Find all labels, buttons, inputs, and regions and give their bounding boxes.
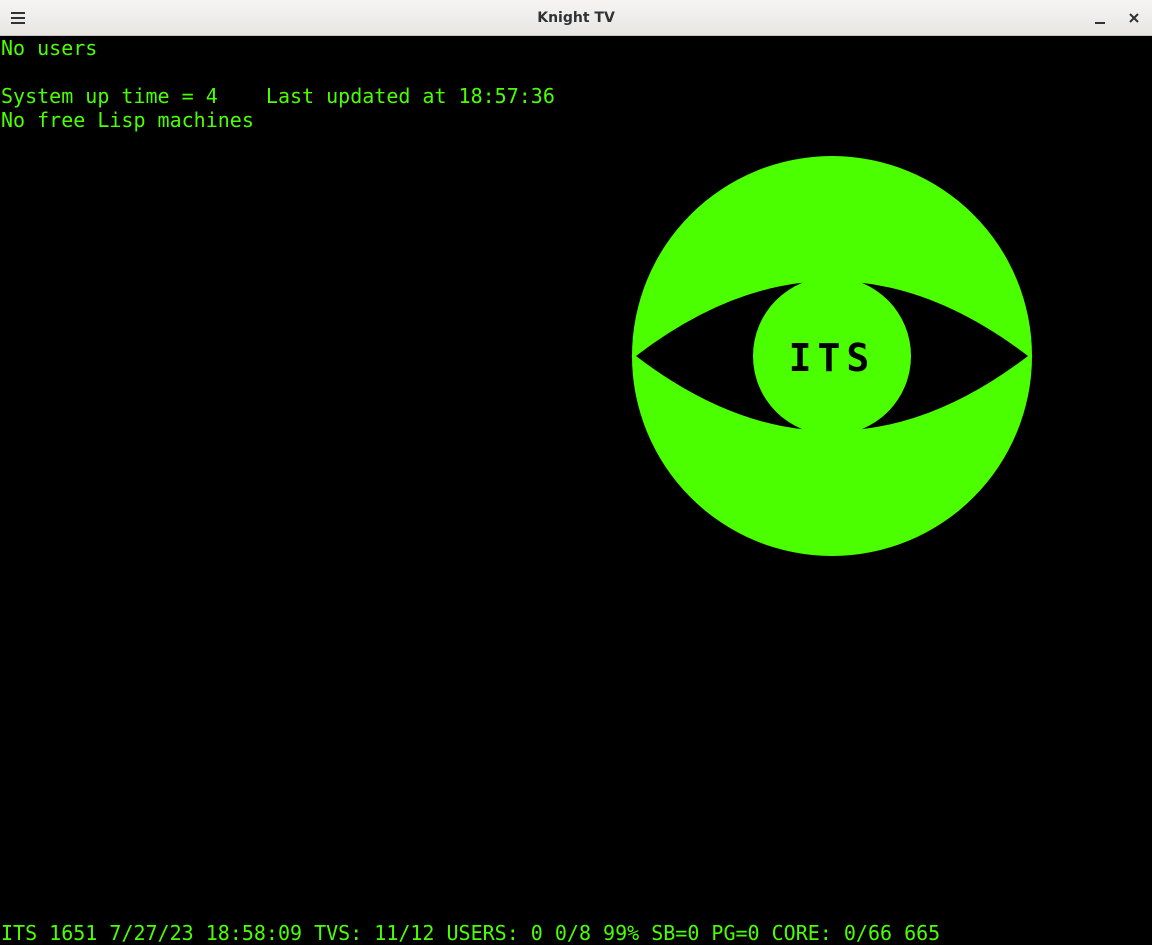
close-icon[interactable]	[1122, 6, 1146, 30]
status-line: ITS 1651 7/27/23 18:58:09 TVS: 11/12 USE…	[1, 921, 941, 945]
knight-tv-window: Knight TV No users System up time = 4 La…	[0, 0, 1152, 945]
logo-text: ITS	[789, 336, 876, 380]
terminal-line-lisp-machines: No free Lisp machines	[1, 108, 254, 132]
terminal-line-users: No users	[1, 36, 98, 60]
hamburger-menu-icon[interactable]	[6, 6, 30, 30]
window-title: Knight TV	[537, 10, 615, 26]
terminal-line-uptime: System up time = 4 Last updated at 18:57…	[1, 84, 555, 108]
minimize-icon[interactable]	[1088, 6, 1112, 30]
titlebar: Knight TV	[0, 0, 1152, 36]
its-eye-logo: ITS	[632, 156, 1032, 556]
terminal-screen[interactable]: No users System up time = 4 Last updated…	[0, 36, 1152, 945]
